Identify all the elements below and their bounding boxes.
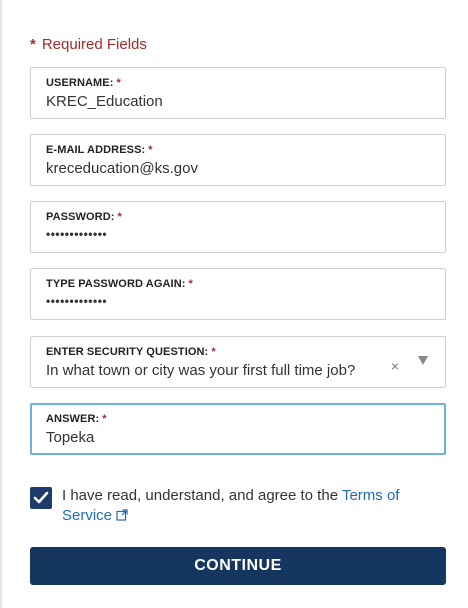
password-label: PASSWORD: * — [46, 211, 122, 223]
email-field[interactable]: E-MAIL ADDRESS: * kreceducation@ks.gov — [30, 134, 446, 186]
username-input[interactable]: KREC_Education — [46, 92, 430, 112]
external-link-icon — [116, 509, 128, 521]
continue-button[interactable]: CONTINUE — [30, 547, 446, 585]
password-field[interactable]: PASSWORD: * ••••••••••••• — [30, 201, 446, 253]
terms-agreement: I have read, understand, and agree to th… — [30, 486, 450, 526]
check-icon — [33, 491, 49, 504]
terms-text-before: I have read, understand, and agree to th… — [62, 487, 342, 504]
password-again-input[interactable]: ••••••••••••• — [46, 291, 430, 311]
username-field[interactable]: USERNAME: * KREC_Education — [30, 67, 446, 119]
security-question-value[interactable]: In what town or city was your first full… — [46, 361, 391, 381]
required-fields-text: Required Fields — [41, 36, 147, 53]
answer-label: ANSWER: * — [46, 413, 107, 425]
required-star: * — [30, 36, 36, 53]
answer-input[interactable]: Topeka — [46, 428, 430, 448]
email-label: E-MAIL ADDRESS: * — [46, 144, 153, 156]
email-input[interactable]: kreceducation@ks.gov — [46, 159, 430, 179]
username-label: USERNAME: * — [46, 77, 121, 89]
clear-icon[interactable]: × — [391, 358, 399, 374]
caret-down-icon[interactable] — [418, 356, 428, 365]
answer-field[interactable]: ANSWER: * Topeka — [30, 403, 446, 455]
security-question-label: ENTER SECURITY QUESTION: * — [46, 346, 216, 358]
left-divider — [0, 0, 2, 608]
required-fields-note: * Required Fields — [30, 36, 147, 53]
password-input[interactable]: ••••••••••••• — [46, 224, 430, 244]
terms-text: I have read, understand, and agree to th… — [62, 486, 450, 526]
terms-checkbox[interactable] — [30, 487, 52, 509]
password-again-field[interactable]: TYPE PASSWORD AGAIN: * ••••••••••••• — [30, 268, 446, 320]
password-again-label: TYPE PASSWORD AGAIN: * — [46, 278, 193, 290]
security-question-select[interactable]: ENTER SECURITY QUESTION: * In what town o… — [30, 336, 446, 388]
